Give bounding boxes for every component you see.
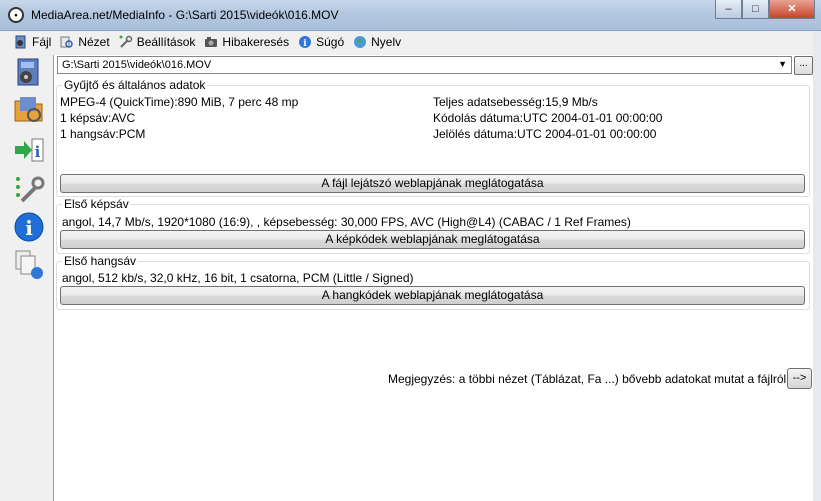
audio-info: angol, 512 kb/s, 32,0 kHz, 16 bit, 1 csa…	[62, 271, 414, 285]
sheets-icon[interactable]	[12, 248, 46, 282]
maximize-button[interactable]: □	[742, 0, 769, 19]
menu-debug[interactable]: Hibakeresés	[204, 35, 289, 49]
general-format: MPEG-4 (QuickTime):890 MiB, 7 perc 48 mp	[60, 95, 299, 109]
menu-bar: Fájl Nézet Beállítások Hibakeresés i Súg…	[0, 31, 821, 53]
svg-text:i: i	[25, 216, 33, 240]
menu-view-label: Nézet	[78, 35, 110, 49]
minimize-button[interactable]: –	[715, 0, 742, 19]
menu-file-label: Fájl	[32, 35, 52, 49]
video-codec-website-button[interactable]: A képkódek weblapjának meglátogatása	[60, 230, 805, 249]
browse-button[interactable]: ...	[794, 56, 813, 75]
export-info-icon[interactable]: i	[12, 133, 46, 167]
menu-help-label: Súgó	[316, 35, 345, 49]
svg-text:i: i	[303, 39, 307, 49]
menu-language[interactable]: Nyelv	[353, 35, 401, 49]
preferences-icon[interactable]	[12, 173, 46, 207]
title-bar: • MediaArea.net/MediaInfo - G:\Sarti 201…	[0, 0, 821, 31]
general-encoded-date: Kódolás dátuma:UTC 2004-01-01 00:00:00	[433, 111, 663, 125]
next-view-button[interactable]: -->	[787, 368, 812, 389]
general-group-title: Gyűjtő és általános adatok	[62, 78, 208, 92]
settings-icon	[119, 35, 132, 48]
svg-text:i: i	[35, 143, 41, 161]
menu-language-label: Nyelv	[371, 35, 402, 49]
general-tagged-date: Jelölés dátuma:UTC 2004-01-01 00:00:00	[433, 127, 657, 141]
language-icon	[354, 36, 367, 48]
file-open-icon	[15, 35, 26, 49]
menu-debug-label: Hibakeresés	[222, 35, 290, 49]
menu-help[interactable]: i Súgó	[298, 35, 344, 49]
file-selector-value: G:\Sarti 2015\videók\016.MOV	[62, 59, 212, 71]
video-info: angol, 14,7 Mb/s, 1920*1080 (16:9), , ké…	[62, 215, 631, 229]
menu-file[interactable]: Fájl	[14, 35, 51, 49]
window-title: MediaArea.net/MediaInfo - G:\Sarti 2015\…	[31, 8, 339, 22]
general-audio-count: 1 hangsáv:PCM	[60, 127, 146, 141]
close-button[interactable]: ✕	[769, 0, 815, 19]
background-strip	[813, 31, 821, 501]
video-group-title: Első képsáv	[62, 197, 131, 211]
app-icon: •	[8, 7, 24, 23]
about-icon[interactable]: i	[12, 210, 46, 244]
menu-settings-label: Beállítások	[136, 35, 196, 49]
sidebar: i i	[9, 53, 49, 501]
note-text: Megjegyzés: a többi nézet (Táblázat, Fa …	[388, 372, 787, 386]
general-video-count: 1 képsáv:AVC	[60, 111, 136, 125]
menu-settings[interactable]: Beállítások	[119, 35, 196, 49]
debug-icon	[205, 37, 218, 47]
view-icon	[60, 36, 74, 48]
audio-codec-website-button[interactable]: A hangkódek weblapjának meglátogatása	[60, 286, 805, 305]
open-folder-icon[interactable]	[12, 93, 46, 127]
help-icon: i	[299, 36, 312, 49]
open-file-icon[interactable]	[12, 56, 46, 90]
general-bitrate: Teljes adatsebesség:15,9 Mb/s	[433, 95, 598, 109]
audio-group-title: Első hangsáv	[62, 254, 139, 268]
chevron-down-icon[interactable]: ▼	[778, 58, 787, 70]
player-website-button[interactable]: A fájl lejátszó weblapjának meglátogatás…	[60, 174, 805, 193]
menu-view[interactable]: Nézet	[60, 35, 110, 49]
file-selector[interactable]: G:\Sarti 2015\videók\016.MOV ▼	[57, 56, 792, 74]
